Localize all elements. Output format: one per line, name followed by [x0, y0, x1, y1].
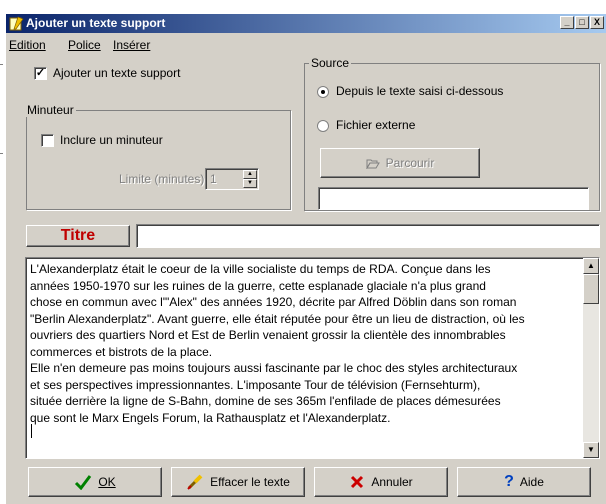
add-support-text-checkbox[interactable]: ✓	[34, 67, 47, 80]
source-text-label: Depuis le texte saisi ci-dessous	[336, 84, 504, 98]
add-support-text-label: Ajouter un texte support	[53, 66, 181, 80]
spin-up-icon[interactable]: ▲	[243, 170, 257, 179]
close-button[interactable]: X	[590, 16, 604, 29]
source-file-radio[interactable]	[317, 120, 329, 132]
menu-bar: Edition Police Insérer	[9, 38, 151, 52]
browse-button[interactable]: Parcourir	[320, 148, 480, 178]
minimize-button[interactable]: _	[560, 16, 574, 29]
folder-open-icon	[365, 159, 380, 169]
title-input[interactable]	[136, 224, 600, 248]
help-question-icon: ?	[504, 473, 514, 490]
source-group-label: Source	[309, 56, 352, 70]
ok-button[interactable]: OK	[28, 467, 162, 497]
spin-down-icon[interactable]: ▼	[243, 179, 257, 188]
eraser-brush-icon	[187, 474, 203, 490]
include-timer-label: Inclure un minuteur	[60, 133, 163, 147]
scroll-up-icon[interactable]: ▲	[583, 258, 599, 274]
support-text-content[interactable]: L'Alexanderplatz était le coeur de la vi…	[30, 261, 578, 426]
maximize-button[interactable]: □	[575, 16, 589, 29]
timer-group-label: Minuteur	[25, 103, 76, 117]
clear-text-label: Effacer le texte	[210, 475, 290, 489]
text-cursor	[31, 424, 32, 438]
background-edge-mark	[0, 153, 3, 154]
support-text-area[interactable]: L'Alexanderplatz était le coeur de la vi…	[25, 257, 600, 459]
cancel-x-icon	[351, 475, 364, 489]
title-bar[interactable]: Ajouter un texte support _ □ X	[6, 14, 606, 33]
cancel-label: Annuler	[371, 475, 413, 489]
checkmark-icon	[75, 475, 92, 490]
clear-text-button[interactable]: Effacer le texte	[171, 467, 305, 497]
include-timer-checkbox[interactable]	[41, 134, 54, 147]
background-edge-mark	[0, 64, 3, 65]
limit-minutes-label: Limite (minutes):	[119, 172, 208, 186]
limit-minutes-value: 1	[210, 172, 217, 186]
source-file-label: Fichier externe	[336, 118, 416, 132]
vertical-scrollbar[interactable]: ▲ ▼	[583, 258, 599, 458]
cancel-button[interactable]: Annuler	[314, 467, 448, 497]
help-label: Aide	[519, 475, 544, 489]
dialog-window: Ajouter un texte support _ □ X Edition P…	[6, 14, 606, 504]
source-group: Source Depuis le texte saisi ci-dessous …	[304, 56, 600, 211]
title-label: Titre	[60, 227, 96, 244]
app-icon	[9, 16, 24, 31]
window-title: Ajouter un texte support	[26, 16, 166, 30]
timer-group: Minuteur Inclure un minuteur Limite (min…	[25, 103, 291, 210]
file-path-input[interactable]	[318, 187, 589, 210]
title-label-box: Titre	[26, 225, 130, 247]
source-text-radio[interactable]	[317, 86, 329, 98]
scroll-thumb[interactable]	[583, 274, 599, 304]
scroll-down-icon[interactable]: ▼	[583, 442, 599, 458]
limit-minutes-spinner[interactable]: 1 ▲ ▼	[205, 168, 259, 190]
ok-label: OK	[98, 475, 116, 489]
browse-label: Parcourir	[385, 156, 435, 170]
help-button[interactable]: ? Aide	[457, 467, 591, 497]
